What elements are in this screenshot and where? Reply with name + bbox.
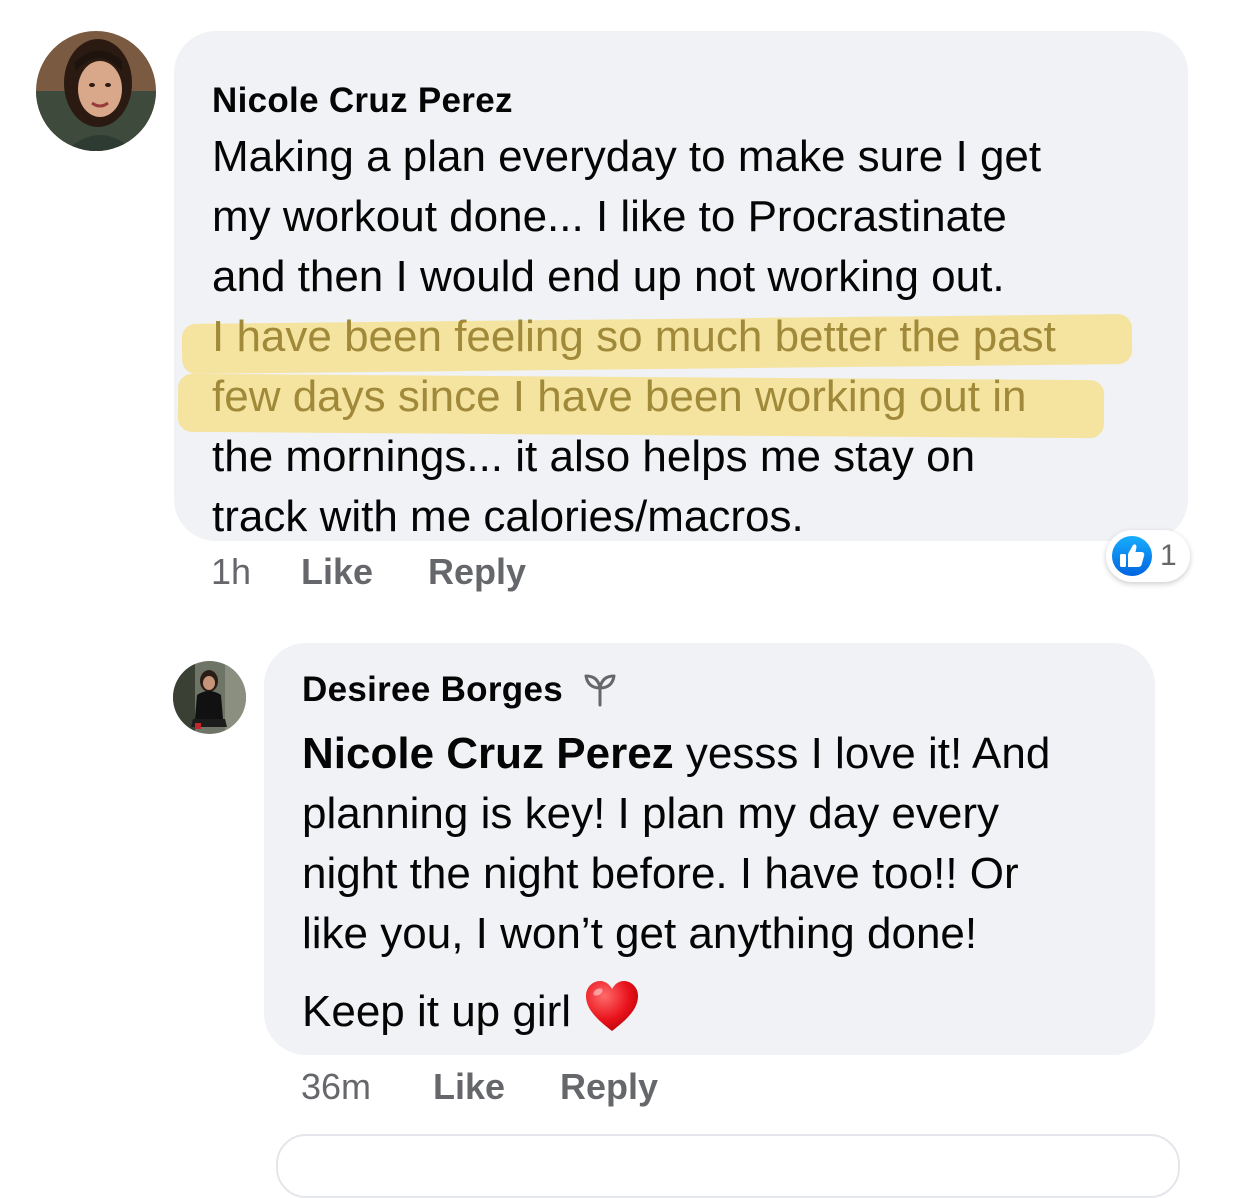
comment-line: track with me calories/macros. bbox=[212, 492, 804, 541]
next-comment-edge bbox=[276, 1134, 1180, 1198]
comment-line: Making a plan everyday to make sure I ge… bbox=[212, 132, 1042, 181]
reply-button[interactable]: Reply bbox=[560, 1066, 658, 1108]
comment-line: and then I would end up not working out. bbox=[212, 252, 1005, 301]
reply-timestamp[interactable]: 36m bbox=[301, 1066, 371, 1108]
reaction-count: 1 bbox=[1160, 539, 1177, 572]
reply-line: night the night before. I have too!! Or bbox=[302, 849, 1019, 898]
reply-author-name[interactable]: Desiree Borges bbox=[302, 670, 563, 709]
highlighted-line: I have been feeling so much better the p… bbox=[212, 312, 1056, 361]
reply-closing-line: Keep it up girl bbox=[302, 978, 1125, 1042]
reply-bubble: Desiree Borges Nicole Cruz Perez yesss I… bbox=[264, 643, 1155, 1055]
reply-line-text: yesss I love it! And bbox=[673, 729, 1051, 778]
reply-button[interactable]: Reply bbox=[428, 551, 526, 593]
avatar-photo bbox=[36, 31, 156, 151]
reaction-summary[interactable]: 1 bbox=[1106, 530, 1190, 582]
avatar-desiree[interactable] bbox=[173, 661, 246, 734]
avatar-nicole[interactable] bbox=[36, 31, 156, 151]
mention-link[interactable]: Nicole Cruz Perez bbox=[302, 729, 674, 778]
like-thumb-icon bbox=[1110, 534, 1154, 578]
comment-timestamp[interactable]: 1h bbox=[211, 551, 251, 593]
reply-line: planning is key! I plan my day every bbox=[302, 789, 1000, 838]
avatar-photo bbox=[173, 661, 246, 734]
comment-line: the mornings... it also helps me stay on bbox=[212, 432, 976, 481]
like-button[interactable]: Like bbox=[433, 1066, 505, 1108]
like-button[interactable]: Like bbox=[301, 551, 373, 593]
red-heart-icon bbox=[586, 981, 639, 1031]
comment-author[interactable]: Nicole Cruz Perez bbox=[212, 81, 1158, 121]
reply-text: Nicole Cruz Perez yesss I love it! And p… bbox=[302, 724, 1125, 1042]
reply-line: Nicole Cruz Perez yesss I love it! And bbox=[302, 724, 1125, 784]
reply-line: like you, I won’t get anything done! bbox=[302, 909, 978, 958]
reply-closing-text: Keep it up girl bbox=[302, 987, 584, 1036]
comment-bubble: Nicole Cruz Perez Making a plan everyday… bbox=[174, 31, 1188, 541]
reply-author: Desiree Borges bbox=[302, 669, 1125, 710]
seedling-icon[interactable] bbox=[581, 669, 619, 707]
comment-text: Making a plan everyday to make sure I ge… bbox=[177, 127, 1158, 547]
highlighted-line: few days since I have been working out i… bbox=[212, 372, 1027, 421]
comment-line: my workout done... I like to Procrastina… bbox=[212, 192, 1007, 241]
